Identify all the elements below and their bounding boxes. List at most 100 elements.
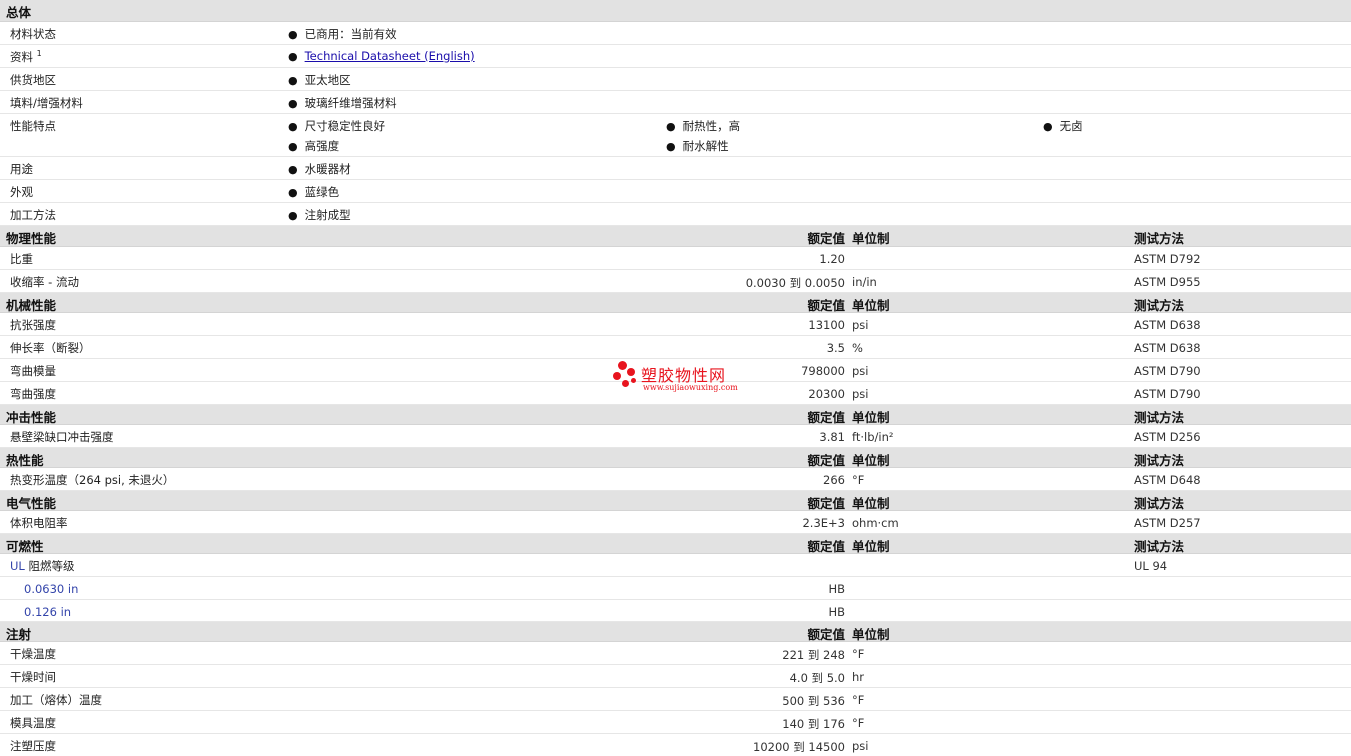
- section-title: 机械性能: [6, 298, 57, 313]
- property-unit: °F: [852, 473, 865, 487]
- unit-column-header: 单位制: [852, 453, 890, 468]
- datasheet-item: Technical Datasheet (English): [288, 49, 475, 63]
- feature-item: 尺寸稳定性良好: [288, 118, 386, 134]
- property-unit: psi: [852, 364, 869, 378]
- property-label: 干燥时间: [10, 670, 56, 684]
- watermark: 塑胶物性网 www.sujiaowuxing.com: [613, 360, 743, 396]
- property-value: 2.3E+3: [802, 516, 845, 530]
- property-unit: psi: [852, 739, 869, 753]
- thickness-label: 0.0630 in: [24, 582, 79, 596]
- property-label: 收缩率 - 流动: [10, 275, 79, 289]
- property-value: 已商用：当前有效: [288, 26, 397, 42]
- property-label: 用途: [10, 162, 33, 176]
- value-column-header: 额定值: [807, 627, 845, 642]
- table-row: 比重 1.20 ASTM D792: [0, 247, 1351, 270]
- property-value: HB: [828, 605, 845, 619]
- test-method: ASTM D256: [1134, 430, 1201, 444]
- feature-item: 耐水解性: [666, 138, 729, 154]
- property-unit: ft·lb/in²: [852, 430, 894, 444]
- table-row: 体积电阻率 2.3E+3 ohm·cm ASTM D257: [0, 511, 1351, 534]
- property-value: 0.0030 到 0.0050: [745, 276, 845, 290]
- test-method: ASTM D648: [1134, 473, 1201, 487]
- table-row: 干燥温度 221 到 248 °F: [0, 642, 1351, 665]
- property-label: 供货地区: [10, 73, 56, 87]
- section-header-thermal: 热性能 额定值 单位制 测试方法: [0, 448, 1351, 468]
- property-value: 3.81: [819, 430, 845, 444]
- table-row: 干燥时间 4.0 到 5.0 hr: [0, 665, 1351, 688]
- property-label: 比重: [10, 252, 33, 266]
- datasheet-link[interactable]: Technical Datasheet (English): [305, 49, 475, 63]
- section-header-flammability: 可燃性 额定值 单位制 测试方法: [0, 534, 1351, 554]
- section-title: 电气性能: [6, 496, 57, 511]
- property-unit: psi: [852, 318, 869, 332]
- property-value: 500 到 536: [782, 694, 845, 708]
- property-unit: °F: [852, 716, 865, 730]
- property-value: 10200 到 14500: [753, 740, 845, 754]
- property-label: UL 阻燃等级: [10, 559, 75, 573]
- property-label: 弯曲模量: [10, 364, 56, 378]
- section-title: 物理性能: [6, 231, 57, 246]
- property-label: 弯曲强度: [10, 387, 56, 401]
- section-title: 冲击性能: [6, 410, 57, 425]
- property-unit: %: [852, 341, 863, 355]
- unit-column-header: 单位制: [852, 627, 890, 642]
- method-column-header: 测试方法: [1134, 539, 1185, 554]
- unit-column-header: 单位制: [852, 496, 890, 511]
- test-method: ASTM D638: [1134, 341, 1201, 355]
- value-column-header: 额定值: [807, 539, 845, 554]
- property-label: 性能特点: [10, 119, 56, 133]
- property-label: 加工方法: [10, 208, 56, 222]
- section-header-general: 总体: [0, 0, 1351, 22]
- test-method: UL 94: [1134, 559, 1168, 573]
- property-value: 221 到 248: [782, 648, 845, 662]
- method-column-header: 测试方法: [1134, 453, 1185, 468]
- section-header-injection: 注射 额定值 单位制: [0, 622, 1351, 642]
- feature-item: 耐热性，高: [666, 118, 741, 134]
- property-row-processing: 加工方法 注射成型: [0, 203, 1351, 226]
- property-label: 注塑压度: [10, 739, 56, 753]
- table-row: 抗张强度 13100 psi ASTM D638: [0, 313, 1351, 336]
- property-value: 玻璃纤维增强材料: [288, 95, 397, 111]
- property-label: 干燥温度: [10, 647, 56, 661]
- table-row: 收缩率 - 流动 0.0030 到 0.0050 in/in ASTM D955: [0, 270, 1351, 293]
- table-row: 悬壁梁缺口冲击强度 3.81 ft·lb/in² ASTM D256: [0, 425, 1351, 448]
- property-row-filler: 填料/增强材料 玻璃纤维增强材料: [0, 91, 1351, 114]
- section-title: 热性能: [6, 453, 44, 468]
- method-column-header: 测试方法: [1134, 231, 1185, 246]
- property-label: 加工（熔体）温度: [10, 693, 102, 707]
- property-label: 填料/增强材料: [10, 96, 83, 110]
- section-header-mechanical: 机械性能 额定值 单位制 测试方法: [0, 293, 1351, 313]
- method-column-header: 测试方法: [1134, 298, 1185, 313]
- property-label: 材料状态: [10, 27, 56, 41]
- property-unit: in/in: [852, 275, 877, 289]
- property-label: 悬壁梁缺口冲击强度: [10, 430, 114, 444]
- property-label: 模具温度: [10, 716, 56, 730]
- unit-column-header: 单位制: [852, 231, 890, 246]
- table-row: 注塑压度 10200 到 14500 psi: [0, 734, 1351, 756]
- property-value: 140 到 176: [782, 717, 845, 731]
- property-value: HB: [828, 582, 845, 596]
- property-unit: °F: [852, 693, 865, 707]
- property-label: 热变形温度（264 psi, 未退火）: [10, 473, 175, 487]
- property-label: 体积电阻率: [10, 516, 68, 530]
- section-header-electrical: 电气性能 额定值 单位制 测试方法: [0, 491, 1351, 511]
- table-row: 0.0630 in HB: [0, 577, 1351, 600]
- table-row: UL 阻燃等级 UL 94: [0, 554, 1351, 577]
- test-method: ASTM D638: [1134, 318, 1201, 332]
- unit-column-header: 单位制: [852, 298, 890, 313]
- test-method: ASTM D955: [1134, 275, 1201, 289]
- property-value: 蓝绿色: [288, 184, 340, 200]
- feature-item: 高强度: [288, 138, 340, 154]
- property-unit: ohm·cm: [852, 516, 899, 530]
- property-row-appearance: 外观 蓝绿色: [0, 180, 1351, 203]
- property-row-use: 用途 水暖器材: [0, 157, 1351, 180]
- property-value: 亚太地区: [288, 72, 351, 88]
- property-value: 266: [823, 473, 845, 487]
- value-column-header: 额定值: [807, 496, 845, 511]
- property-label: 抗张强度: [10, 318, 56, 332]
- unit-column-header: 单位制: [852, 539, 890, 554]
- property-value: 4.0 到 5.0: [789, 671, 845, 685]
- property-value: 13100: [808, 318, 845, 332]
- property-row-supply: 供货地区 亚太地区: [0, 68, 1351, 91]
- section-header-physical: 物理性能 额定值 单位制 测试方法: [0, 226, 1351, 247]
